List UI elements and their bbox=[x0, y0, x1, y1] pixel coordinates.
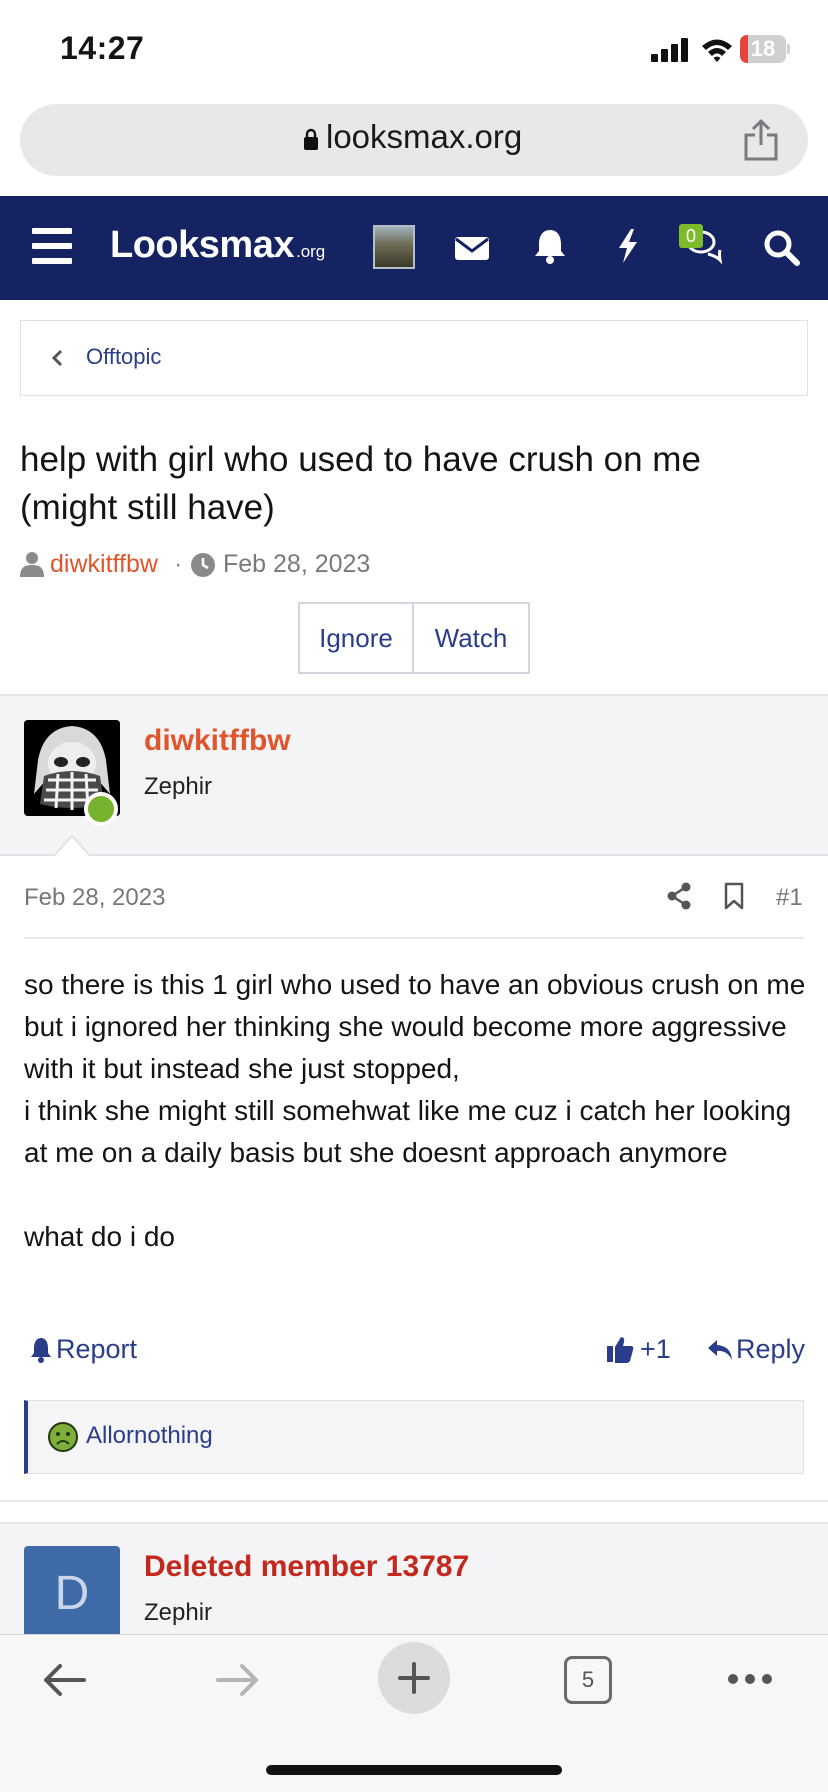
chevron-left-icon bbox=[51, 349, 63, 367]
site-logo[interactable]: Looksmax .org bbox=[110, 224, 325, 267]
thread-title: help with girl who used to have crush on… bbox=[20, 440, 701, 527]
wifi-icon bbox=[702, 39, 732, 62]
post-author-header bbox=[0, 694, 828, 856]
reply-icon[interactable] bbox=[706, 1338, 734, 1362]
clock-icon bbox=[191, 553, 215, 577]
bookmark-icon[interactable] bbox=[724, 882, 744, 910]
post-date[interactable]: Feb 28, 2023 bbox=[24, 884, 165, 912]
post-body: so there is this 1 girl who used to have… bbox=[24, 964, 814, 1258]
report-link[interactable]: Report bbox=[56, 1334, 137, 1365]
post-avatar[interactable]: D bbox=[24, 1546, 120, 1642]
reaction-user-link[interactable]: Allornothing bbox=[86, 1422, 213, 1450]
search-icon[interactable] bbox=[762, 228, 802, 268]
home-indicator bbox=[266, 1765, 562, 1775]
lock-icon bbox=[304, 128, 318, 150]
lightning-icon[interactable] bbox=[608, 226, 648, 266]
breadcrumb-link[interactable]: Offtopic bbox=[86, 344, 161, 370]
thread-date[interactable]: Feb 28, 2023 bbox=[223, 550, 370, 579]
ignore-button[interactable]: Ignore bbox=[298, 602, 414, 674]
tabs-button[interactable]: 5 bbox=[564, 1656, 612, 1704]
post-number-link[interactable]: #1 bbox=[776, 884, 803, 912]
user-title: Zephir bbox=[144, 773, 213, 800]
post-paragraph: what do i do bbox=[24, 1221, 175, 1252]
more-icon[interactable] bbox=[726, 1672, 774, 1686]
mail-icon[interactable] bbox=[452, 228, 492, 268]
cellular-signal-icon bbox=[651, 38, 691, 62]
speech-arrow bbox=[52, 834, 92, 858]
divider bbox=[0, 1500, 828, 1502]
post-paragraph: so there is this 1 girl who used to have… bbox=[24, 969, 806, 1084]
bell-icon[interactable] bbox=[530, 226, 570, 266]
reply-button[interactable]: Reply bbox=[736, 1334, 805, 1365]
online-status-dot bbox=[84, 792, 118, 826]
watch-button[interactable]: Watch bbox=[412, 602, 530, 674]
share-icon[interactable] bbox=[742, 118, 780, 162]
thumbs-up-icon[interactable] bbox=[606, 1334, 634, 1364]
menu-icon[interactable] bbox=[32, 228, 72, 264]
battery-level: 18 bbox=[750, 36, 776, 61]
user-icon bbox=[20, 552, 44, 577]
thread-author-link[interactable]: diwkitffbw bbox=[50, 550, 158, 579]
divider bbox=[24, 937, 804, 939]
like-count[interactable]: +1 bbox=[640, 1334, 671, 1365]
conversations-badge: 0 bbox=[679, 224, 703, 248]
post-paragraph: i think she might still somehwat like me… bbox=[24, 1095, 792, 1168]
back-arrow-icon[interactable] bbox=[40, 1662, 88, 1698]
user-title: Zephir bbox=[144, 1599, 213, 1626]
meta-separator: · bbox=[174, 550, 183, 578]
battery-indicator: 18 bbox=[740, 35, 790, 63]
user-avatar[interactable] bbox=[373, 225, 415, 269]
sick-face-icon bbox=[48, 1422, 78, 1452]
post-username[interactable]: Deleted member 13787 bbox=[144, 1550, 469, 1584]
bell-icon[interactable] bbox=[30, 1336, 52, 1364]
status-time: 14:27 bbox=[60, 30, 145, 66]
plus-icon[interactable] bbox=[394, 1658, 434, 1698]
post-username[interactable]: diwkitffbw bbox=[144, 724, 291, 758]
url-text[interactable]: looksmax.org bbox=[326, 118, 522, 156]
forward-arrow-icon[interactable] bbox=[214, 1662, 262, 1698]
share-icon[interactable] bbox=[666, 882, 692, 910]
